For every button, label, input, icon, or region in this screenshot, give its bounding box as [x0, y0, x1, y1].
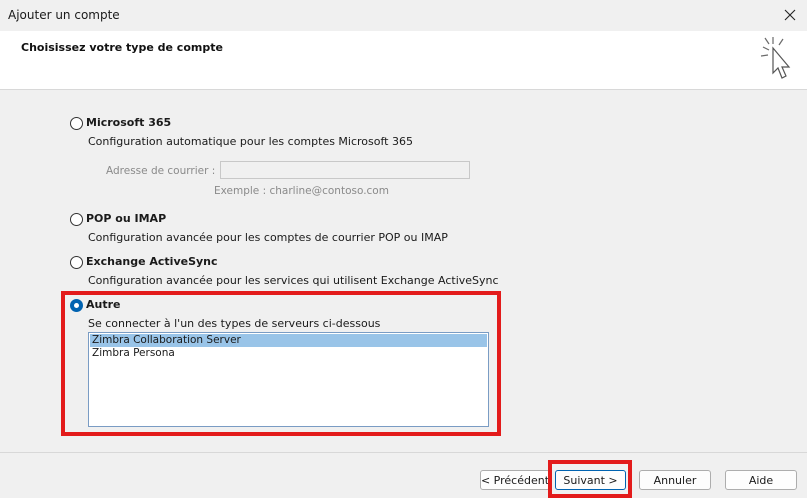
add-account-dialog: Ajouter un compte Choisissez votre type … — [0, 0, 807, 498]
previous-button[interactable]: < Précédent — [480, 470, 550, 490]
pointer-click-icon — [760, 37, 791, 79]
email-field-label: Adresse de courrier : — [106, 165, 216, 177]
next-button-highlight — [548, 460, 632, 498]
email-example: Exemple : charline@contoso.com — [214, 185, 389, 197]
option-pop-imap-label[interactable]: POP ou IMAP — [86, 212, 166, 225]
dialog-header: Choisissez votre type de compte — [0, 31, 807, 90]
title-bar: Ajouter un compte — [0, 0, 807, 31]
radio-pop-imap[interactable] — [70, 213, 83, 226]
cancel-button[interactable]: Annuler — [639, 470, 711, 490]
dialog-footer: < Précédent Suivant > Annuler Aide — [0, 452, 807, 498]
close-icon — [784, 9, 796, 21]
radio-exchange-activesync[interactable] — [70, 256, 83, 269]
help-button[interactable]: Aide — [725, 470, 797, 490]
close-button[interactable] — [777, 3, 803, 27]
option-pop-imap-description: Configuration avancée pour les comptes d… — [88, 231, 448, 244]
page-title: Choisissez votre type de compte — [21, 41, 223, 54]
radio-microsoft365[interactable] — [70, 117, 83, 130]
option-exchange-activesync-description: Configuration avancée pour les services … — [88, 274, 499, 287]
account-type-options: Microsoft 365 Configuration automatique … — [0, 90, 807, 452]
window-title: Ajouter un compte — [8, 8, 120, 22]
option-microsoft365-label[interactable]: Microsoft 365 — [86, 116, 171, 129]
option-microsoft365-description: Configuration automatique pour les compt… — [88, 135, 413, 148]
option-exchange-activesync-label[interactable]: Exchange ActiveSync — [86, 255, 218, 268]
other-option-highlight — [61, 291, 501, 436]
email-field[interactable] — [220, 161, 470, 179]
